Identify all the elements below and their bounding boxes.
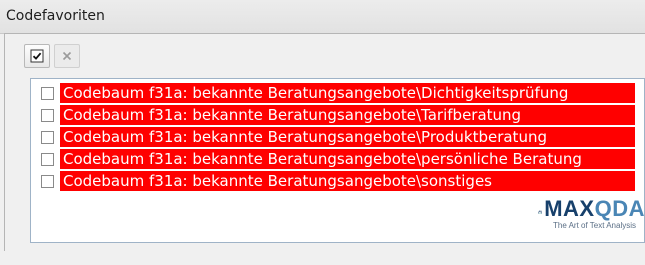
item-checkbox[interactable] bbox=[41, 174, 54, 188]
window-titlebar: Codefavoriten bbox=[0, 0, 645, 34]
item-checkbox[interactable] bbox=[41, 86, 54, 100]
checkbox-checked-icon bbox=[30, 49, 44, 63]
code-label[interactable]: Codebaum f31a: bekannte Beratungsangebot… bbox=[60, 127, 635, 147]
logo-tagline: The Art of Text Analysis bbox=[553, 221, 637, 230]
item-checkbox[interactable] bbox=[41, 130, 54, 144]
select-all-button[interactable] bbox=[24, 44, 50, 68]
list-item[interactable]: Codebaum f31a: bekannte Beratungsangebot… bbox=[41, 149, 635, 169]
item-checkbox[interactable] bbox=[41, 108, 54, 122]
code-label[interactable]: Codebaum f31a: bekannte Beratungsangebot… bbox=[60, 171, 635, 191]
code-label[interactable]: Codebaum f31a: bekannte Beratungsangebot… bbox=[60, 83, 635, 103]
list-item[interactable]: Codebaum f31a: bekannte Beratungsangebot… bbox=[41, 83, 635, 103]
close-icon bbox=[62, 51, 72, 61]
maxqda-logo: MAXQDA The Art of Text Analysis bbox=[538, 197, 645, 233]
item-checkbox[interactable] bbox=[41, 152, 54, 166]
status-bar bbox=[0, 251, 645, 265]
window-title: Codefavoriten bbox=[6, 8, 105, 24]
list-item[interactable]: Codebaum f31a: bekannte Beratungsangebot… bbox=[41, 105, 635, 125]
favorites-toolbar bbox=[24, 44, 80, 72]
remove-favorite-button[interactable] bbox=[54, 44, 80, 68]
logo-wordmark: MAXQDA bbox=[544, 196, 645, 221]
list-item[interactable]: Codebaum f31a: bekannte Beratungsangebot… bbox=[41, 171, 635, 191]
code-label[interactable]: Codebaum f31a: bekannte Beratungsangebot… bbox=[60, 105, 635, 125]
code-label[interactable]: Codebaum f31a: bekannte Beratungsangebot… bbox=[60, 149, 635, 169]
maxqda-logo-icon bbox=[538, 210, 543, 214]
list-item[interactable]: Codebaum f31a: bekannte Beratungsangebot… bbox=[41, 127, 635, 147]
